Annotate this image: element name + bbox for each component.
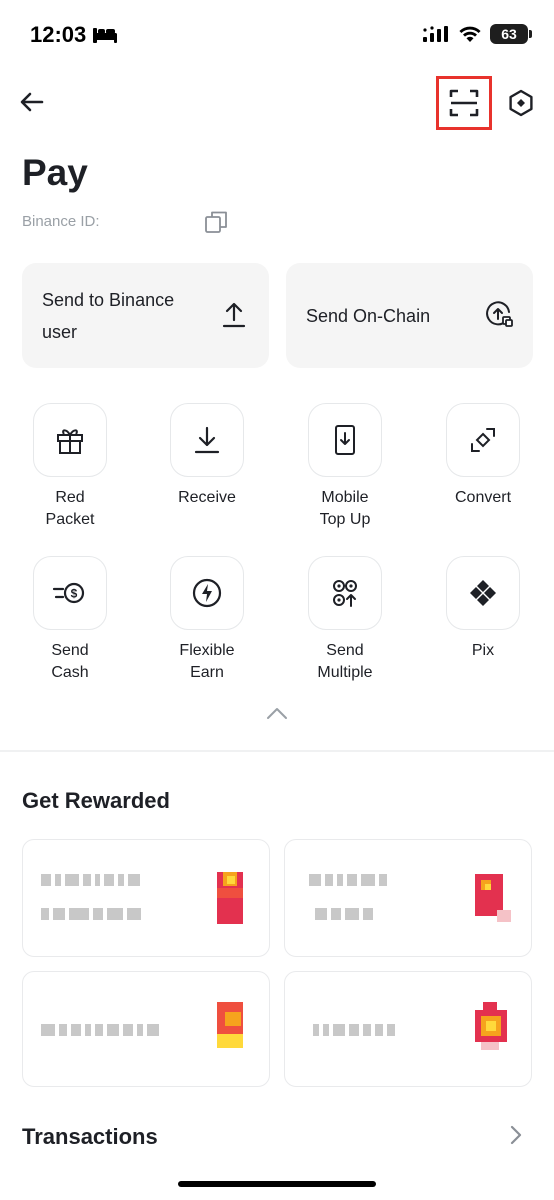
battery-indicator: 63 (490, 24, 532, 44)
action-label: Convert (454, 489, 512, 506)
status-bar: 12:03 63 (0, 0, 554, 70)
scan-icon (449, 89, 479, 117)
action-send-cash[interactable]: $ Send Cash (15, 556, 125, 684)
transactions-more-button[interactable] (506, 1124, 526, 1146)
back-button[interactable] (18, 88, 46, 116)
status-time: 12:03 (30, 22, 118, 48)
gift-icon (57, 429, 83, 454)
grid-icon-box (170, 556, 244, 630)
send-on-chain-card[interactable]: Send On-Chain (286, 263, 533, 368)
action-label: Receive (178, 489, 236, 506)
reward-card[interactable] (22, 839, 270, 957)
send-cash-icon: $ (52, 582, 85, 604)
red-packet-icon (217, 872, 243, 924)
action-mobile-top-up[interactable]: Mobile Top Up (290, 403, 400, 531)
hexagon-settings-icon (509, 89, 533, 117)
home-indicator[interactable] (178, 1181, 376, 1187)
svg-text:$: $ (71, 587, 78, 601)
action-send-multiple[interactable]: Send Multiple (290, 556, 400, 684)
action-label: Send Cash (51, 642, 89, 681)
collapse-button[interactable] (265, 704, 289, 722)
top-nav (0, 76, 554, 132)
get-rewarded-title: Get Rewarded (22, 788, 170, 813)
redacted-text (313, 1024, 395, 1036)
mobile-topup-icon (335, 425, 355, 455)
action-label: Mobile Top Up (319, 489, 371, 528)
redacted-text (41, 1024, 159, 1036)
convert-icon (471, 428, 495, 452)
reward-card[interactable] (284, 971, 532, 1087)
reward-card[interactable] (284, 839, 532, 957)
chevron-up-icon (267, 708, 287, 719)
upload-icon (221, 301, 247, 329)
action-receive[interactable]: Receive (152, 403, 262, 509)
grid-icon-box (170, 403, 244, 477)
settings-button[interactable] (506, 88, 536, 118)
clock-text: 12:03 (30, 22, 87, 47)
action-flexible-earn[interactable]: Flexible Earn (152, 556, 262, 684)
copy-icon (205, 211, 227, 233)
send-on-chain-label: Send On-Chain (306, 305, 431, 326)
wifi-icon (459, 26, 481, 42)
reward-card[interactable] (22, 971, 270, 1087)
redacted-text (41, 874, 140, 886)
scan-button[interactable] (436, 76, 492, 130)
signal-icon (423, 26, 448, 42)
copy-button[interactable] (204, 210, 228, 234)
binance-id-label: Binance ID: (22, 213, 100, 230)
red-packet-icon (217, 1002, 243, 1048)
send-to-binance-user-card[interactable]: Send to Binance user (22, 263, 269, 368)
status-indicators: 63 (422, 24, 532, 44)
action-red-packet[interactable]: Red Packet (15, 403, 125, 531)
download-icon (194, 426, 220, 454)
grid-icon-box (33, 403, 107, 477)
grid-icon-box (308, 403, 382, 477)
send-onchain-icon (485, 300, 513, 328)
send-to-binance-user-label: Send to Binance user (42, 289, 175, 342)
redacted-text (41, 908, 141, 920)
grid-icon-box (308, 556, 382, 630)
pix-icon (470, 580, 496, 606)
grid-icon-box (446, 403, 520, 477)
action-label: Flexible Earn (179, 642, 235, 681)
battery-level: 63 (501, 26, 517, 42)
section-divider (0, 750, 554, 752)
arrow-left-icon (20, 92, 44, 112)
redacted-text (315, 908, 373, 920)
coin-reward-icon (475, 1002, 507, 1050)
send-multiple-icon (333, 580, 357, 607)
bed-icon (93, 28, 118, 43)
grid-icon-box: $ (33, 556, 107, 630)
flexible-earn-icon (192, 578, 222, 608)
red-packet-icon (475, 874, 511, 922)
action-label: Pix (471, 642, 495, 659)
transactions-title: Transactions (22, 1124, 158, 1149)
grid-icon-box (446, 556, 520, 630)
action-convert[interactable]: Convert (428, 403, 538, 509)
action-label: Send Multiple (317, 642, 373, 681)
action-pix[interactable]: Pix (428, 556, 538, 662)
redacted-text (309, 874, 387, 886)
page-title: Pay (22, 152, 88, 193)
chevron-right-icon (510, 1125, 522, 1145)
action-label: Red Packet (45, 489, 95, 528)
